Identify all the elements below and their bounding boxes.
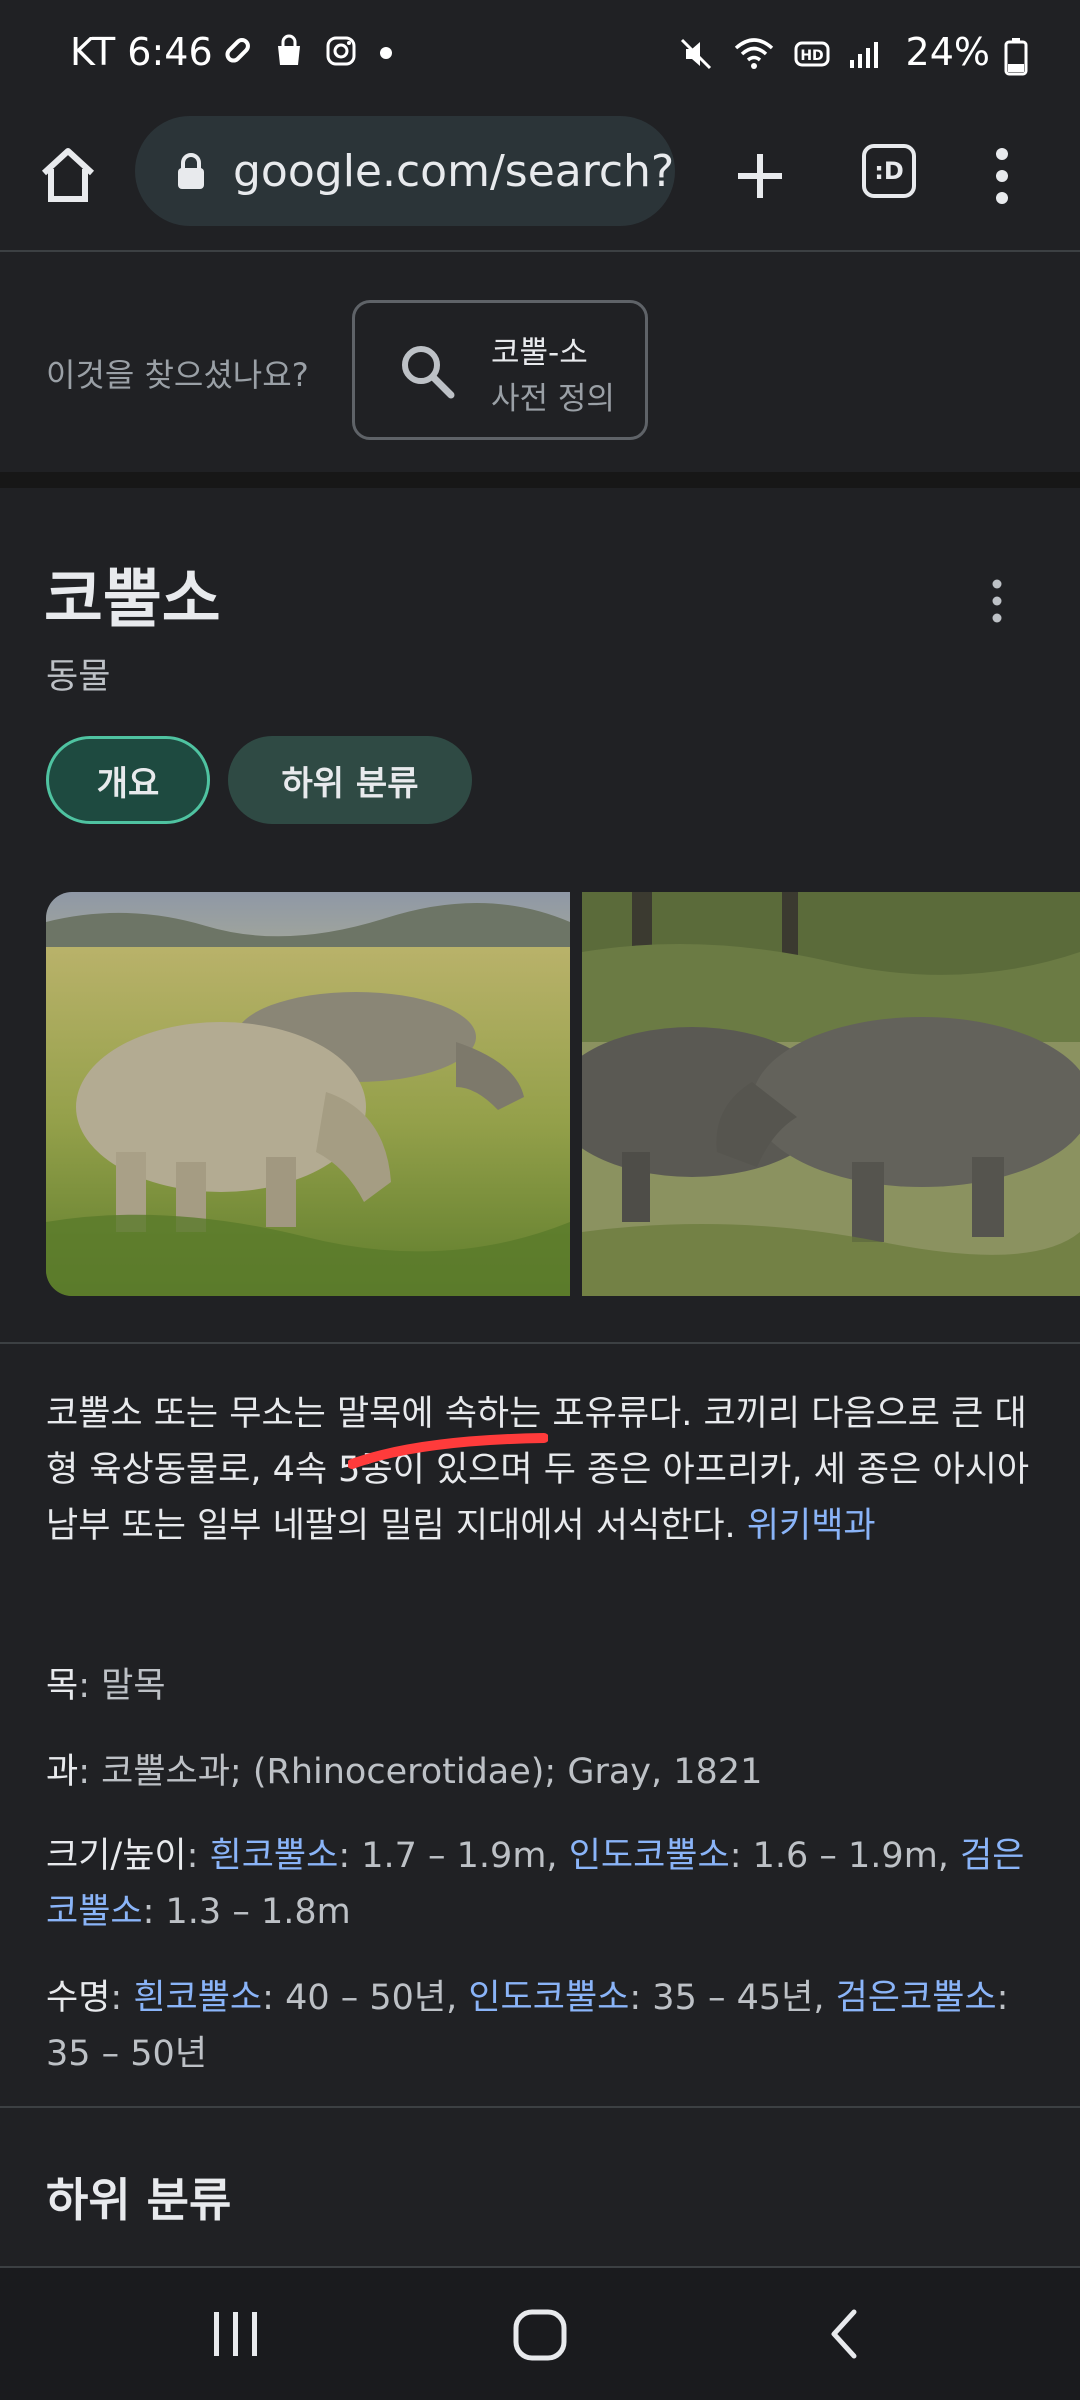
mute-icon: [680, 38, 712, 70]
shopping-bag-icon: [278, 34, 300, 65]
battery-level: 24%: [905, 30, 990, 74]
panel-description: 코뿔소 또는 무소는 말목에 속하는 포유류다. 코끼리 다음으로 큰 대형 육…: [46, 1386, 1036, 1554]
suggestion-subtitle: 사전 정의: [491, 381, 615, 417]
lifespan-link-white-rhino[interactable]: 흰코뿔소: [133, 1978, 262, 2018]
suggestion-title: 코뿔-소: [491, 335, 588, 371]
rhino-image-2: [582, 892, 1080, 1296]
notification-icons: [220, 34, 396, 68]
fact-family-key: 과: [46, 1752, 79, 1792]
battery-icon: [1004, 38, 1028, 76]
size-value-indian-rhino: 1.6 – 1.9m: [752, 1836, 938, 1876]
hd-icon: HD: [794, 41, 830, 67]
browser-toolbar: google.com/search? :D: [0, 108, 1080, 252]
did-you-mean-label: 이것을 찾으셨나요?: [46, 356, 309, 394]
lifespan-value-white-rhino: 40 – 50년: [285, 1978, 447, 2018]
clock: 6:46: [127, 30, 213, 74]
lifespan-link-black-rhino[interactable]: 검은코뿔소: [836, 1978, 997, 2018]
fact-size: 크기/높이: 흰코뿔소: 1.7 – 1.9m, 인도코뿔소: 1.6 – 1.…: [46, 1836, 1025, 1932]
fact-lifespan-key: 수명: [46, 1978, 111, 2018]
fact-order-value: 말목: [101, 1666, 166, 1706]
search-icon: [402, 346, 455, 399]
lifespan-link-indian-rhino[interactable]: 인도코뿔소: [468, 1978, 629, 2018]
subsection-heading: 하위 분류: [46, 2173, 232, 2227]
home-icon[interactable]: [36, 143, 100, 207]
recent-apps-icon[interactable]: [208, 2306, 264, 2362]
panel-title: 코뿔소: [44, 563, 221, 637]
divider: [0, 1342, 1080, 1344]
tab-subclassification[interactable]: 하위 분류: [228, 736, 472, 824]
red-underline-annotation: [348, 1433, 548, 1469]
back-icon[interactable]: [824, 2306, 864, 2362]
lifespan-value-black-rhino: 35 – 50년: [46, 2034, 208, 2074]
fact-family-value: 코뿔소과; (Rhinocerotidae); Gray, 1821: [101, 1752, 763, 1792]
section-separator: [0, 472, 1080, 488]
pill-icon: [225, 38, 250, 63]
fact-family: 과: 코뿔소과; (Rhinocerotidae); Gray, 1821: [46, 1752, 763, 1792]
status-bar: KT 6:46 HD 24%: [0, 0, 1080, 108]
more-options-icon[interactable]: [988, 578, 1006, 624]
fact-order-key: 목: [46, 1666, 79, 1706]
wifi-icon: [734, 38, 774, 69]
tab-overview[interactable]: 개요: [46, 736, 210, 824]
rhino-photo-2[interactable]: [582, 892, 1080, 1296]
did-you-mean-section: 이것을 찾으셨나요? 코뿔-소 사전 정의: [0, 252, 1080, 472]
instagram-icon: [326, 36, 356, 66]
home-nav-icon[interactable]: [512, 2304, 568, 2364]
dot-icon: [380, 47, 392, 59]
panel-subtitle: 동물: [46, 657, 111, 697]
fact-lifespan: 수명: 흰코뿔소: 40 – 50년, 인도코뿔소: 35 – 45년, 검은코…: [46, 1978, 1009, 2074]
wikipedia-link[interactable]: 위키백과: [747, 1506, 876, 1546]
system-navigation-bar: [0, 2268, 1080, 2400]
suggestion-chip[interactable]: 코뿔-소 사전 정의: [352, 300, 648, 440]
fact-order: 목: 말목: [46, 1666, 166, 1706]
carrier-name: KT: [70, 30, 116, 74]
size-link-white-rhino[interactable]: 흰코뿔소: [210, 1836, 339, 1876]
lifespan-value-indian-rhino: 35 – 45년: [652, 1978, 814, 2018]
rhino-image-1: [46, 892, 570, 1296]
url-text: google.com/search?: [233, 145, 675, 197]
signal-icon: [850, 42, 878, 68]
new-tab-icon[interactable]: [728, 144, 792, 208]
divider: [0, 2106, 1080, 2108]
fact-size-key: 크기/높이: [46, 1836, 187, 1876]
size-value-white-rhino: 1.7 – 1.9m: [361, 1836, 547, 1876]
rhino-photo-1[interactable]: [46, 892, 570, 1296]
description-text: 코뿔소 또는 무소는 말목에 속하는 포유류다. 코끼리 다음으로 큰 대형 육…: [46, 1394, 1030, 1546]
overflow-menu-icon[interactable]: [990, 144, 1014, 208]
lock-icon: [178, 153, 204, 189]
tab-switcher-button[interactable]: :D: [862, 144, 916, 198]
status-time: KT 6:46: [70, 30, 213, 74]
size-value-black-rhino: 1.3 – 1.8m: [165, 1892, 351, 1932]
system-icons: HD: [678, 36, 880, 72]
address-bar[interactable]: google.com/search?: [135, 116, 675, 226]
svg-text:HD: HD: [800, 48, 823, 64]
size-link-indian-rhino[interactable]: 인도코뿔소: [569, 1836, 730, 1876]
